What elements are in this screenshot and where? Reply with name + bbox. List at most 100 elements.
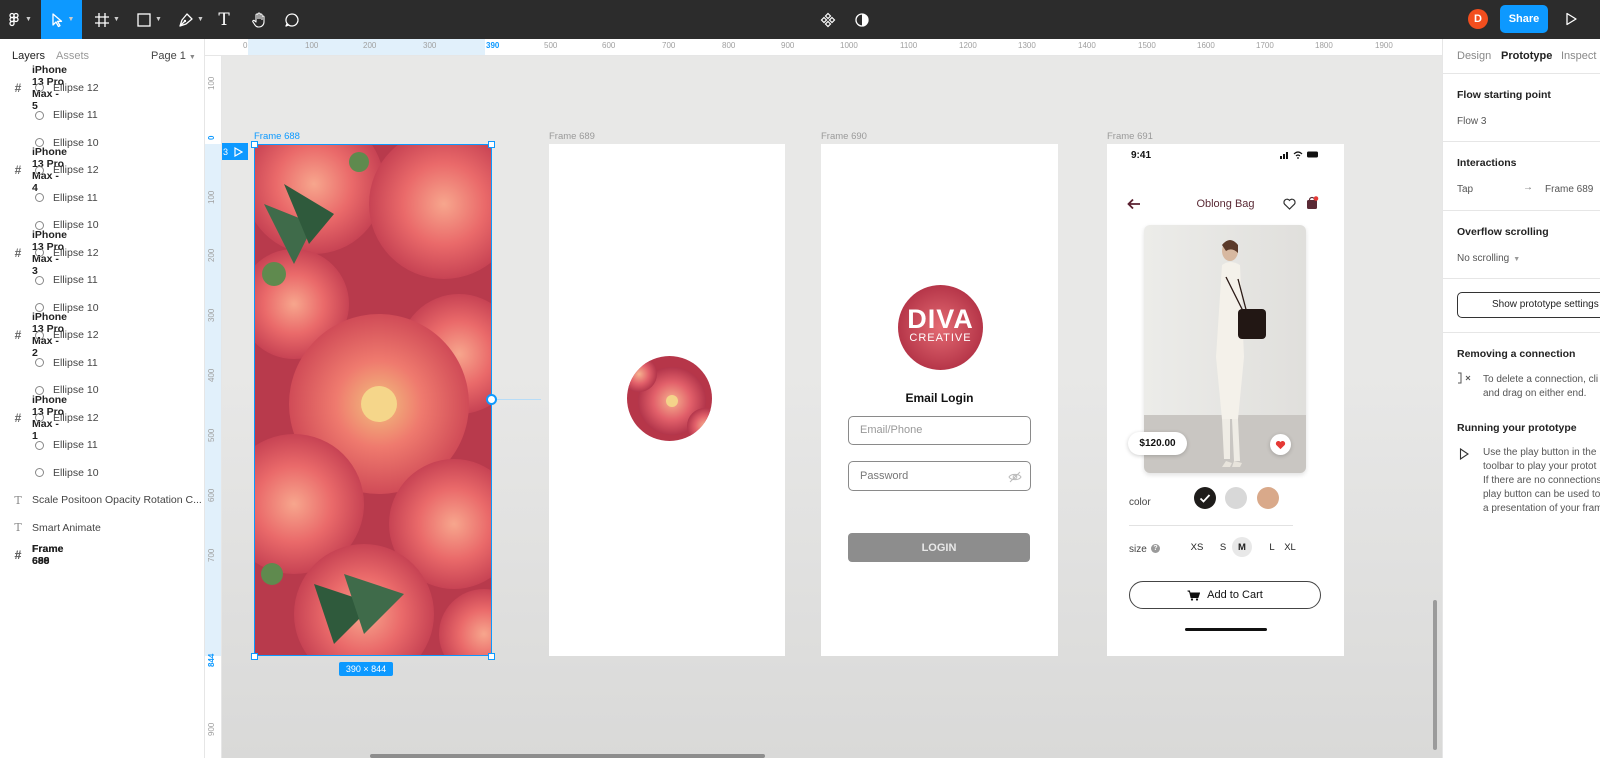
ellipse-icon: [33, 164, 45, 176]
vertical-scrollbar[interactable]: [1433, 600, 1437, 750]
home-indicator: [1185, 628, 1267, 631]
text-tool-button[interactable]: T: [213, 0, 235, 39]
tab-assets[interactable]: Assets: [56, 50, 89, 62]
cart-icon[interactable]: [1305, 196, 1319, 210]
interactions-title: Interactions: [1457, 157, 1517, 169]
tab-layers[interactable]: Layers: [12, 50, 45, 62]
logo-text: DIVA: [907, 304, 974, 334]
layer-ellipse[interactable]: Ellipse 10: [0, 129, 204, 157]
vertical-ruler: 100 0 100 200 300 400 500 600 700 844 900: [205, 56, 222, 758]
layer-ellipse[interactable]: Ellipse 10: [0, 377, 204, 405]
frame-label[interactable]: Frame 691: [1107, 131, 1153, 142]
contrast-button[interactable]: [852, 0, 872, 39]
page-selector[interactable]: Page 1 ▼: [151, 50, 196, 62]
interaction-destination[interactable]: Frame 689: [1545, 184, 1593, 195]
layer-ellipse[interactable]: Ellipse 12: [0, 74, 204, 102]
design-canvas[interactable]: Frame 688 3 390 × 844 Frame 689 Frame 69…: [222, 56, 1442, 758]
interaction-trigger[interactable]: Tap: [1457, 184, 1473, 195]
flow-name[interactable]: Flow 3: [1457, 116, 1486, 127]
horizontal-scrollbar[interactable]: [370, 754, 765, 758]
frame-690[interactable]: DIVA CREATIVE Email Login Email/Phone Pa…: [821, 144, 1058, 656]
tab-prototype[interactable]: Prototype: [1501, 50, 1552, 62]
tab-design[interactable]: Design: [1457, 50, 1491, 62]
chevron-down-icon: ▼: [197, 16, 204, 23]
ruler-tick: 400: [207, 368, 216, 382]
share-button[interactable]: Share: [1500, 5, 1548, 33]
running-prototype-line: Use the play button in the: [1483, 447, 1597, 458]
flow-badge[interactable]: 3: [222, 143, 248, 160]
layer-ellipse[interactable]: Ellipse 12: [0, 322, 204, 350]
overflow-select[interactable]: No scrolling ▼: [1457, 253, 1520, 264]
layer-ellipse[interactable]: Ellipse 12: [0, 239, 204, 267]
email-placeholder: Email/Phone: [860, 424, 923, 436]
main-menu-button[interactable]: ▼: [0, 0, 38, 39]
play-icon[interactable]: [1563, 11, 1579, 27]
size-option[interactable]: L: [1262, 537, 1282, 557]
ellipse-icon: [33, 329, 45, 341]
shape-tool-button[interactable]: ▼: [130, 0, 168, 39]
add-to-cart-button[interactable]: Add to Cart: [1129, 581, 1321, 609]
ruler-tick: 1800: [1315, 41, 1333, 50]
frame-689[interactable]: [549, 144, 785, 656]
login-button[interactable]: LOGIN: [848, 533, 1030, 562]
tab-inspect[interactable]: Inspect: [1561, 50, 1596, 62]
frame-691[interactable]: 9:41 Oblong Bag $120.00 color size ? XS …: [1107, 144, 1344, 656]
color-swatch[interactable]: [1194, 487, 1216, 509]
color-swatch[interactable]: [1257, 487, 1279, 509]
password-field[interactable]: Password: [848, 461, 1031, 491]
layer-ellipse[interactable]: Ellipse 10: [0, 294, 204, 322]
resize-handle[interactable]: [251, 141, 258, 148]
resize-handle[interactable]: [488, 141, 495, 148]
size-option[interactable]: S: [1213, 537, 1233, 557]
frame-688[interactable]: [254, 144, 492, 656]
layer-label: Ellipse 12: [53, 81, 99, 94]
layer-ellipse[interactable]: Ellipse 11: [0, 184, 204, 212]
email-field[interactable]: Email/Phone: [848, 416, 1031, 445]
components-button[interactable]: [818, 0, 838, 39]
layer-ellipse[interactable]: Ellipse 11: [0, 349, 204, 377]
ruler-tick: 100: [207, 190, 216, 204]
color-swatch[interactable]: [1225, 487, 1247, 509]
heart-outline-icon[interactable]: [1283, 198, 1296, 210]
pen-tool-button[interactable]: ▼: [172, 0, 210, 39]
layer-ellipse[interactable]: Ellipse 10: [0, 459, 204, 487]
size-badge: 390 × 844: [339, 662, 393, 676]
frame-label[interactable]: Frame 689: [549, 131, 595, 142]
ruler-tick: 500: [207, 428, 216, 442]
resize-handle[interactable]: [488, 653, 495, 660]
chevron-down-icon: ▼: [113, 16, 120, 23]
layer-label: Ellipse 12: [53, 411, 99, 424]
layer-ellipse[interactable]: Ellipse 11: [0, 432, 204, 460]
eye-off-icon[interactable]: [1008, 471, 1022, 483]
frame-label[interactable]: Frame 690: [821, 131, 867, 142]
move-tool-button[interactable]: ▼: [41, 0, 82, 39]
ruler-tick: 1300: [1018, 41, 1036, 50]
layer-ellipse[interactable]: Ellipse 11: [0, 267, 204, 295]
avatar[interactable]: D: [1468, 9, 1488, 29]
show-prototype-settings-button[interactable]: Show prototype settings: [1457, 292, 1600, 318]
cursor-icon: [51, 12, 62, 27]
layer-ellipse[interactable]: Ellipse 12: [0, 404, 204, 432]
comment-tool-button[interactable]: [281, 0, 303, 39]
price-badge: $120.00: [1128, 432, 1187, 455]
divider: [1443, 210, 1600, 211]
layer-ellipse[interactable]: Ellipse 10: [0, 212, 204, 240]
help-icon[interactable]: ?: [1151, 544, 1160, 553]
frame-tool-button[interactable]: ▼: [88, 0, 126, 39]
ruler-tick: 800: [722, 41, 736, 50]
size-option[interactable]: XS: [1187, 537, 1207, 557]
flower-circle-image: [627, 356, 712, 441]
favorite-button[interactable]: [1270, 434, 1291, 455]
size-option[interactable]: XL: [1280, 537, 1300, 557]
resize-handle[interactable]: [251, 653, 258, 660]
disconnect-icon: [1458, 372, 1471, 384]
layer-ellipse[interactable]: Ellipse 11: [0, 102, 204, 130]
layer-ellipse[interactable]: Ellipse 12: [0, 157, 204, 185]
hand-tool-button[interactable]: [248, 0, 270, 39]
layer-text[interactable]: T Smart Animate: [0, 514, 204, 542]
connection-handle[interactable]: [486, 394, 497, 405]
size-option[interactable]: M: [1232, 537, 1252, 557]
ellipse-icon: [33, 412, 45, 424]
frame-label[interactable]: Frame 688: [254, 131, 300, 142]
layer-text[interactable]: T Scale Positoon Opacity Rotation C...: [0, 487, 204, 515]
